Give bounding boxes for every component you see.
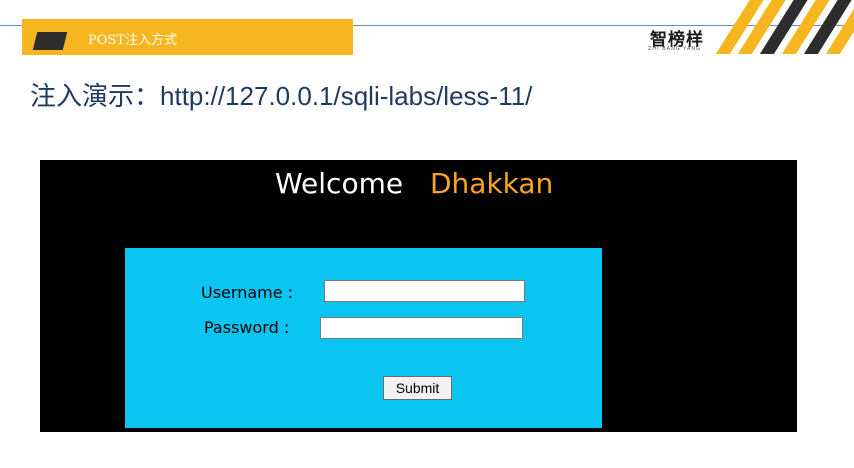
header-title: POST注入方式 bbox=[88, 33, 177, 48]
page-title-url: http://127.0.0.1/sqli-labs/less-11/ bbox=[160, 81, 533, 111]
username-label: Username : bbox=[201, 283, 294, 302]
password-input[interactable] bbox=[320, 317, 523, 339]
stripe-decoration bbox=[716, 0, 854, 54]
logo-subtitle: ZHI BANG YANG bbox=[648, 46, 702, 52]
page-title: 注入演示：http://127.0.0.1/sqli-labs/less-11/ bbox=[30, 76, 532, 113]
password-label: Password : bbox=[204, 318, 290, 337]
header-square-icon bbox=[32, 32, 68, 50]
username-input[interactable] bbox=[324, 280, 525, 302]
submit-button[interactable]: Submit bbox=[383, 376, 452, 400]
welcome-text: Welcome bbox=[275, 167, 404, 200]
page-title-label: 注入演示： bbox=[30, 82, 161, 112]
header-bar bbox=[22, 19, 353, 55]
welcome-name: Dhakkan bbox=[430, 167, 554, 200]
